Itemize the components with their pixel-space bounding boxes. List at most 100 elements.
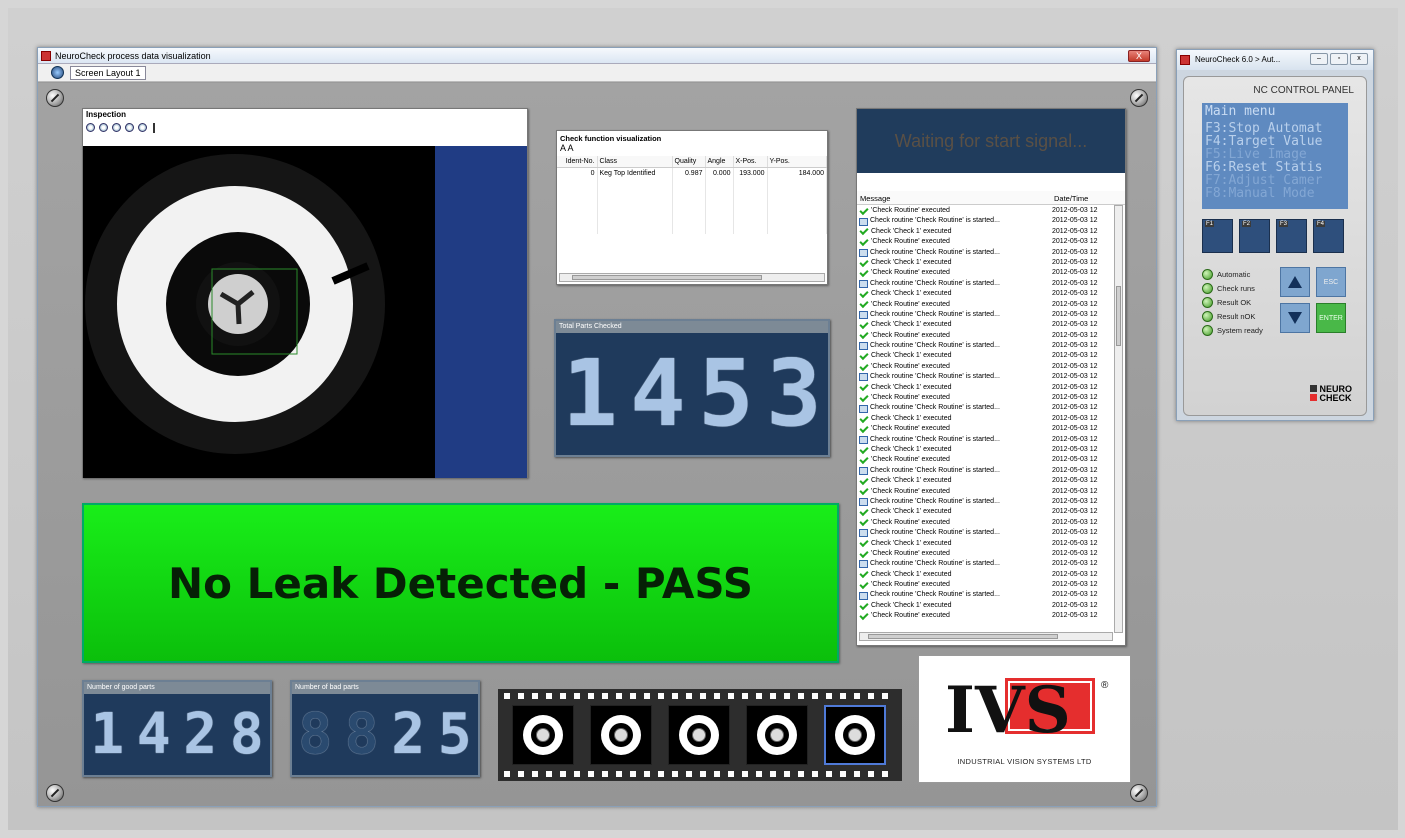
message-row[interactable]: Check routine 'Check Routine' is started…	[857, 435, 1115, 445]
message-row[interactable]: Check 'Check 1' executed 2012-05-03 12	[857, 600, 1115, 611]
status-leds: Automatic Check runs Result OK Result nO…	[1202, 267, 1263, 337]
message-row[interactable]: Check routine 'Check Routine' is started…	[857, 403, 1115, 413]
total-parts-label: Total Parts Checked	[556, 321, 828, 333]
datetime-column-header[interactable]: Date/Time	[1054, 194, 1088, 203]
vertical-scrollbar[interactable]	[1114, 205, 1123, 633]
history-thumbnail[interactable]	[746, 705, 808, 765]
message-row[interactable]: 'Check Routine' executed 2012-05-03 12	[857, 455, 1115, 465]
message-column-header[interactable]: Message	[860, 194, 890, 203]
inspection-panel: Inspection	[82, 108, 528, 478]
counter-digit: 4	[136, 701, 171, 767]
column-header[interactable]: Quality	[672, 156, 706, 168]
f2-key[interactable]: F2	[1239, 219, 1270, 253]
zoom-radio-icon[interactable]	[112, 123, 121, 132]
horizontal-scrollbar[interactable]	[859, 632, 1113, 641]
arrow-down-button[interactable]	[1280, 303, 1310, 333]
f3-key[interactable]: F3	[1276, 219, 1307, 253]
message-row[interactable]: Check 'Check 1' executed 2012-05-03 12	[857, 476, 1115, 486]
message-row[interactable]: Check routine 'Check Routine' is started…	[857, 372, 1115, 382]
message-text: 'Check Routine' executed	[857, 361, 1047, 372]
message-row[interactable]: Check routine 'Check Routine' is started…	[857, 528, 1115, 538]
message-row[interactable]: 'Check Routine' executed 2012-05-03 12	[857, 299, 1115, 310]
font-size-icon[interactable]: A A	[557, 143, 827, 156]
zoom-radio-icon[interactable]	[125, 123, 134, 132]
column-header[interactable]: X-Pos.	[733, 156, 768, 168]
history-thumbnail[interactable]	[512, 705, 574, 765]
message-row[interactable]: Check routine 'Check Routine' is started…	[857, 248, 1115, 258]
history-thumbnail-selected[interactable]	[824, 705, 886, 765]
history-thumbnail[interactable]	[668, 705, 730, 765]
f4-key[interactable]: F4	[1313, 219, 1344, 253]
message-row[interactable]: Check routine 'Check Routine' is started…	[857, 279, 1115, 289]
enter-button[interactable]: ENTER	[1316, 303, 1346, 333]
message-row[interactable]: Check 'Check 1' executed 2012-05-03 12	[857, 413, 1115, 424]
message-row[interactable]: 'Check Routine' executed 2012-05-03 12	[857, 237, 1115, 247]
message-row[interactable]: 'Check Routine' executed 2012-05-03 12	[857, 611, 1115, 621]
screw-icon	[46, 89, 64, 107]
message-row[interactable]: Check 'Check 1' executed 2012-05-03 12	[857, 257, 1115, 268]
message-row[interactable]: 'Check Routine' executed 2012-05-03 12	[857, 361, 1115, 372]
check-routine-icon	[859, 311, 868, 320]
zoom-radio-icon[interactable]	[138, 123, 147, 132]
history-thumbnail[interactable]	[590, 705, 652, 765]
message-text: Check 'Check 1' executed	[857, 320, 1047, 330]
minimize-button[interactable]: –	[1310, 53, 1328, 65]
message-row[interactable]: 'Check Routine' executed 2012-05-03 12	[857, 206, 1115, 216]
close-button[interactable]: X	[1128, 50, 1150, 62]
table-cell: Keg Top Identified	[597, 167, 673, 179]
message-row[interactable]: 'Check Routine' executed 2012-05-03 12	[857, 330, 1115, 341]
message-datetime: 2012-05-03 12	[1052, 258, 1098, 266]
arrow-up-icon	[1288, 276, 1302, 288]
fit-icon[interactable]	[153, 122, 163, 133]
message-row[interactable]: Check 'Check 1' executed 2012-05-03 12	[857, 507, 1115, 517]
message-row[interactable]: Check routine 'Check Routine' is started…	[857, 559, 1115, 569]
message-row[interactable]: Check 'Check 1' executed 2012-05-03 12	[857, 226, 1115, 237]
message-row[interactable]: Check routine 'Check Routine' is started…	[857, 310, 1115, 320]
message-row[interactable]: Check 'Check 1' executed 2012-05-03 12	[857, 289, 1115, 299]
message-row[interactable]: 'Check Routine' executed 2012-05-03 12	[857, 580, 1115, 590]
message-row[interactable]: Check 'Check 1' executed 2012-05-03 12	[857, 351, 1115, 361]
message-row[interactable]: 'Check Routine' executed 2012-05-03 12	[857, 486, 1115, 497]
check-function-title: Check function visualization	[560, 134, 662, 143]
screen-layout-tab[interactable]: Screen Layout 1	[70, 66, 146, 80]
message-row[interactable]: Check routine 'Check Routine' is started…	[857, 466, 1115, 476]
check-ok-icon	[859, 507, 869, 517]
check-ok-icon	[859, 393, 869, 402]
horizontal-scrollbar[interactable]	[559, 273, 825, 282]
message-row[interactable]: Check 'Check 1' executed 2012-05-03 12	[857, 569, 1115, 580]
message-row[interactable]: Check routine 'Check Routine' is started…	[857, 497, 1115, 507]
column-header[interactable]: Y-Pos.	[767, 156, 827, 168]
message-row[interactable]: Check routine 'Check Routine' is started…	[857, 341, 1115, 351]
check-routine-icon	[859, 373, 868, 382]
column-header[interactable]: Class	[597, 156, 673, 168]
message-row[interactable]: Check 'Check 1' executed 2012-05-03 12	[857, 444, 1115, 455]
message-row[interactable]: 'Check Routine' executed 2012-05-03 12	[857, 393, 1115, 403]
message-row[interactable]: 'Check Routine' executed 2012-05-03 12	[857, 268, 1115, 278]
arrow-up-button[interactable]	[1280, 267, 1310, 297]
message-row[interactable]: Check 'Check 1' executed 2012-05-03 12	[857, 382, 1115, 393]
message-row[interactable]: 'Check Routine' executed 2012-05-03 12	[857, 548, 1115, 559]
restore-button[interactable]: ▫	[1330, 53, 1348, 65]
ivs-logo-mark: IVS ®	[945, 673, 1109, 748]
total-parts-counter: 1 4 5 3	[556, 333, 828, 453]
message-row[interactable]: Check 'Check 1' executed 2012-05-03 12	[857, 320, 1115, 330]
message-datetime: 2012-05-03 12	[1052, 227, 1098, 235]
column-header[interactable]: Ident-No.	[557, 156, 598, 168]
message-row[interactable]: 'Check Routine' executed 2012-05-03 12	[857, 424, 1115, 434]
message-row[interactable]: Check 'Check 1' executed 2012-05-03 12	[857, 538, 1115, 549]
app-icon	[1180, 55, 1190, 65]
zoom-radio-icon[interactable]	[86, 123, 95, 132]
message-row[interactable]: Check routine 'Check Routine' is started…	[857, 216, 1115, 226]
globe-icon[interactable]	[51, 66, 64, 79]
f1-key[interactable]: F1	[1202, 219, 1233, 253]
message-text: Check 'Check 1' executed	[857, 569, 1047, 580]
close-button[interactable]: x	[1350, 53, 1368, 65]
table-row[interactable]: 0 Keg Top Identified 0.987 0.000 193.000…	[557, 167, 827, 179]
column-header[interactable]: Angle	[705, 156, 734, 168]
message-row[interactable]: Check routine 'Check Routine' is started…	[857, 590, 1115, 600]
message-row[interactable]: 'Check Routine' executed 2012-05-03 12	[857, 517, 1115, 528]
message-text: Check routine 'Check Routine' is started…	[857, 372, 1047, 382]
zoom-radio-icon[interactable]	[99, 123, 108, 132]
message-datetime: 2012-05-03 12	[1052, 560, 1098, 568]
esc-button[interactable]: ESC	[1316, 267, 1346, 297]
